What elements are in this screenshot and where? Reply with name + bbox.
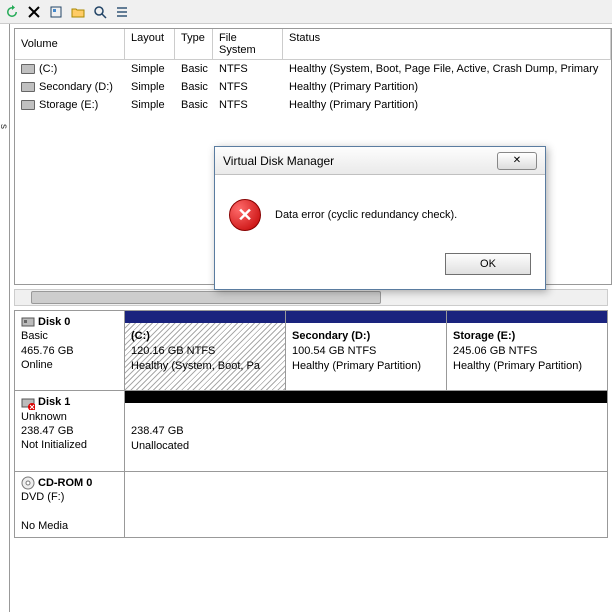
col-volume[interactable]: Volume [15,29,125,59]
volume-row[interactable]: Secondary (D:) Simple Basic NTFS Healthy… [15,78,611,96]
vol-name: Secondary (D:) [39,81,113,93]
ok-button[interactable]: OK [445,253,531,275]
col-filesystem[interactable]: File System [213,29,283,59]
col-type[interactable]: Type [175,29,213,59]
dialog-title: Virtual Disk Manager [223,154,334,168]
vol-name: Storage (E:) [39,99,98,111]
drive-icon [21,100,35,110]
volume-row[interactable]: (C:) Simple Basic NTFS Healthy (System, … [15,60,611,78]
close-icon[interactable] [24,2,44,22]
disk-row[interactable]: Disk 1 Unknown 238.47 GB Not Initialized… [15,391,607,471]
partition[interactable]: Secondary (D:)100.54 GB NTFSHealthy (Pri… [286,311,447,390]
error-icon: ✕ [229,199,261,231]
folder-icon[interactable] [68,2,88,22]
partition-unallocated[interactable]: 238.47 GBUnallocated [125,391,607,470]
volume-header: Volume Layout Type File System Status [15,29,611,60]
col-status[interactable]: Status [283,29,611,59]
toolbar [0,0,612,24]
disk-row[interactable]: CD-ROM 0 DVD (F:) No Media [15,472,607,537]
search-icon[interactable] [90,2,110,22]
drive-icon [21,64,35,74]
col-layout[interactable]: Layout [125,29,175,59]
drive-icon [21,82,35,92]
dialog-titlebar[interactable]: Virtual Disk Manager ✕ [215,147,545,175]
disk-panel: Disk 0 Basic 465.76 GB Online (C:)120.16… [14,310,608,538]
list-icon[interactable] [112,2,132,22]
props-icon[interactable] [46,2,66,22]
disk-info: Disk 1 Unknown 238.47 GB Not Initialized [15,391,125,470]
disk-warn-icon [21,396,35,410]
cdrom-icon [21,476,35,490]
refresh-icon[interactable] [2,2,22,22]
partition[interactable]: (C:)120.16 GB NTFSHealthy (System, Boot,… [125,311,286,390]
error-dialog: Virtual Disk Manager ✕ ✕ Data error (cyc… [214,146,546,290]
dialog-message: Data error (cyclic redundancy check). [275,209,457,221]
scroll-thumb[interactable] [31,291,381,304]
disk-info: Disk 0 Basic 465.76 GB Online [15,311,125,390]
volume-row[interactable]: Storage (E:) Simple Basic NTFS Healthy (… [15,96,611,114]
horizontal-scrollbar[interactable] [14,289,608,306]
vol-name: (C:) [39,63,57,75]
partition[interactable]: Storage (E:)245.06 GB NTFSHealthy (Prima… [447,311,607,390]
left-panel: s [0,24,10,612]
disk-row[interactable]: Disk 0 Basic 465.76 GB Online (C:)120.16… [15,311,607,391]
disk-icon [21,315,35,329]
disk-info: CD-ROM 0 DVD (F:) No Media [15,472,125,537]
dialog-close-button[interactable]: ✕ [497,152,537,170]
